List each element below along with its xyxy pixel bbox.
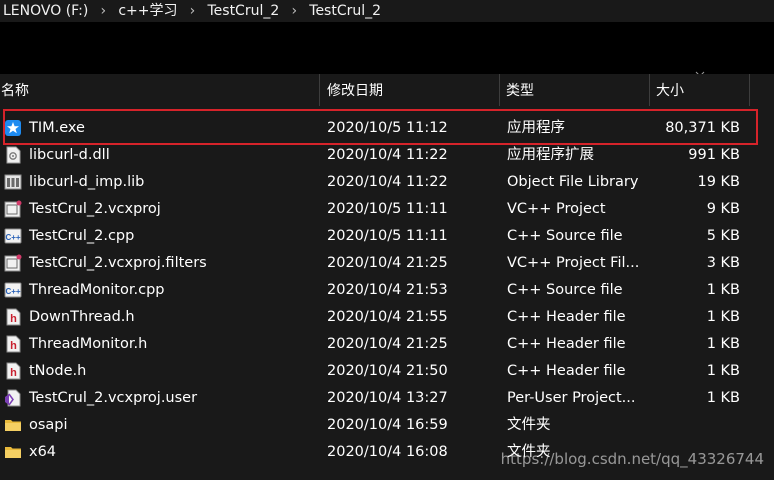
- file-row[interactable]: libcurl-d_imp.lib 2020/10/4 11:22 Object…: [0, 168, 774, 195]
- header-file-icon: h: [6, 308, 21, 326]
- file-row[interactable]: C++ ThreadMonitor.cpp 2020/10/4 21:53 C+…: [0, 276, 774, 303]
- folder-icon: [5, 420, 21, 431]
- svg-text:C++: C++: [5, 287, 20, 296]
- file-type: 应用程序扩展: [507, 147, 594, 163]
- column-header: 名称 修改日期 类型 大小: [0, 74, 774, 106]
- file-row[interactable]: TestCrul_2.vcxproj.filters 2020/10/4 21:…: [0, 249, 774, 276]
- file-name: libcurl-d_imp.lib: [29, 174, 145, 190]
- file-size: 5 KB: [706, 228, 740, 244]
- file-size: 1 KB: [706, 282, 740, 298]
- file-type: 应用程序: [507, 120, 565, 136]
- folder-name: osapi: [29, 417, 68, 433]
- file-row[interactable]: TestCrul_2.vcxproj.user 2020/10/4 13:27 …: [0, 384, 774, 411]
- file-date: 2020/10/5 11:12: [327, 120, 448, 136]
- header-file-icon: h: [6, 335, 21, 353]
- file-type: C++ Header file: [507, 336, 626, 352]
- file-date: 2020/10/4 21:55: [327, 309, 448, 325]
- tim-app-icon: [5, 120, 21, 136]
- file-size: 1 KB: [706, 363, 740, 379]
- file-size: 991 KB: [688, 147, 740, 163]
- file-size: 19 KB: [697, 174, 740, 190]
- cpp-file-icon: C++: [4, 228, 22, 244]
- file-row[interactable]: C++ TestCrul_2.cpp 2020/10/5 11:11 C++ S…: [0, 222, 774, 249]
- svg-text:h: h: [10, 313, 17, 325]
- file-name: DownThread.h: [29, 309, 135, 325]
- file-row[interactable]: TIM.exe 2020/10/5 11:12 应用程序 80,371 KB: [0, 114, 774, 141]
- file-size: 1 KB: [706, 390, 740, 406]
- file-type: Object File Library: [507, 174, 639, 190]
- header-file-icon: h: [6, 362, 21, 380]
- file-size: 80,371 KB: [665, 120, 740, 136]
- watermark: https://blog.csdn.net/qq_43326744: [500, 450, 764, 468]
- lib-file-icon: [4, 174, 22, 190]
- file-name: TIM.exe: [29, 120, 85, 136]
- file-name: libcurl-d.dll: [29, 147, 110, 163]
- column-divider[interactable]: [749, 74, 750, 106]
- file-name: ThreadMonitor.cpp: [29, 282, 165, 298]
- breadcrumb-item-drive[interactable]: LENOVO (F:): [0, 1, 91, 21]
- file-type: C++ Source file: [507, 228, 623, 244]
- file-name: TestCrul_2.vcxproj.filters: [29, 255, 207, 271]
- file-type: VC++ Project Fil...: [507, 255, 640, 271]
- file-size: 3 KB: [706, 255, 740, 271]
- user-project-file-icon: [5, 389, 21, 407]
- dll-file-icon: [6, 146, 21, 164]
- file-type: VC++ Project: [507, 201, 606, 217]
- folder-row[interactable]: osapi 2020/10/4 16:59 文件夹: [0, 411, 774, 438]
- cpp-file-icon: C++: [4, 282, 22, 298]
- file-type: C++ Header file: [507, 363, 626, 379]
- column-header-type[interactable]: 类型: [499, 74, 649, 106]
- svg-text:C++: C++: [5, 233, 20, 242]
- folder-name: x64: [29, 444, 57, 460]
- toolbar-band: [0, 22, 774, 74]
- file-row[interactable]: libcurl-d.dll 2020/10/4 11:22 应用程序扩展 991…: [0, 141, 774, 168]
- breadcrumb-item-folder-2[interactable]: TestCrul_2: [204, 1, 282, 21]
- file-date: 2020/10/4 13:27: [327, 390, 448, 406]
- file-size: 9 KB: [706, 201, 740, 217]
- breadcrumb: LENOVO (F:) › c++学习 › TestCrul_2 › TestC…: [0, 0, 774, 22]
- file-date: 2020/10/4 11:22: [327, 147, 448, 163]
- column-header-size[interactable]: 大小: [649, 74, 749, 106]
- file-date: 2020/10/5 11:11: [327, 201, 448, 217]
- vcxproj-file-icon: [4, 254, 22, 272]
- file-date: 2020/10/4 21:25: [327, 336, 448, 352]
- file-list: TIM.exe 2020/10/5 11:12 应用程序 80,371 KB l…: [0, 114, 774, 465]
- file-date: 2020/10/4 21:25: [327, 255, 448, 271]
- file-name: ThreadMonitor.h: [29, 336, 148, 352]
- file-row[interactable]: h DownThread.h 2020/10/4 21:55 C++ Heade…: [0, 303, 774, 330]
- file-row[interactable]: TestCrul_2.vcxproj 2020/10/5 11:11 VC++ …: [0, 195, 774, 222]
- file-date: 2020/10/4 21:53: [327, 282, 448, 298]
- file-size: 1 KB: [706, 309, 740, 325]
- breadcrumb-item-folder-3[interactable]: TestCrul_2: [306, 1, 384, 21]
- svg-text:h: h: [10, 367, 17, 379]
- file-date: 2020/10/4 11:22: [327, 174, 448, 190]
- file-type: C++ Header file: [507, 309, 626, 325]
- file-date: 2020/10/4 16:08: [327, 444, 448, 460]
- svg-text:h: h: [10, 340, 17, 352]
- file-type: Per-User Project...: [507, 390, 636, 406]
- file-type: C++ Source file: [507, 282, 623, 298]
- file-name: tNode.h: [29, 363, 87, 379]
- file-date: 2020/10/4 21:50: [327, 363, 448, 379]
- file-type: 文件夹: [507, 417, 551, 433]
- chevron-right-icon[interactable]: ›: [282, 3, 306, 19]
- vcxproj-file-icon: [4, 200, 22, 218]
- file-name: TestCrul_2.vcxproj.user: [29, 390, 198, 406]
- file-date: 2020/10/5 11:11: [327, 228, 448, 244]
- column-header-date[interactable]: 修改日期: [319, 74, 499, 106]
- file-name: TestCrul_2.cpp: [29, 228, 135, 244]
- chevron-right-icon[interactable]: ›: [180, 3, 204, 19]
- file-size: 1 KB: [706, 336, 740, 352]
- breadcrumb-item-folder-1[interactable]: c++学习: [115, 1, 180, 21]
- file-row[interactable]: h tNode.h 2020/10/4 21:50 C++ Header fil…: [0, 357, 774, 384]
- chevron-right-icon[interactable]: ›: [91, 3, 115, 19]
- folder-icon: [5, 447, 21, 458]
- file-name: TestCrul_2.vcxproj: [29, 201, 161, 217]
- file-date: 2020/10/4 16:59: [327, 417, 448, 433]
- column-header-name[interactable]: 名称: [0, 74, 319, 106]
- file-row[interactable]: h ThreadMonitor.h 2020/10/4 21:25 C++ He…: [0, 330, 774, 357]
